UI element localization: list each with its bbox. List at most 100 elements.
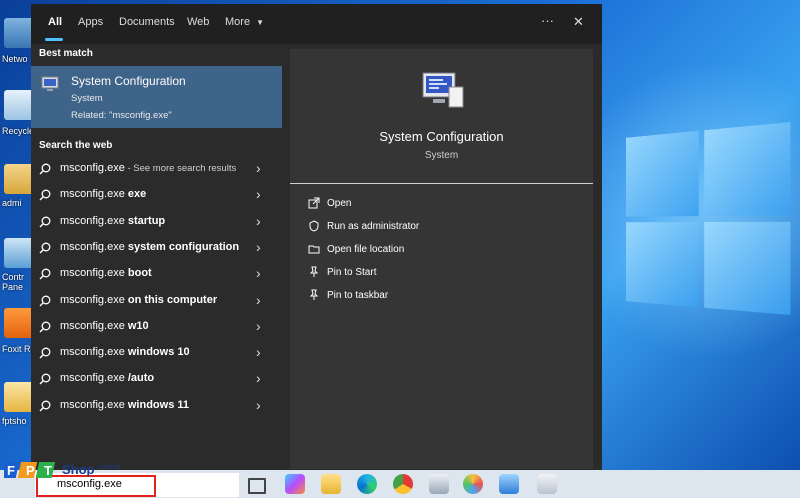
copilot-icon[interactable] bbox=[285, 474, 305, 494]
search-icon bbox=[39, 347, 51, 359]
action-label: Pin to taskbar bbox=[327, 290, 389, 301]
results-list: Best match System Configuration System R… bbox=[31, 44, 282, 470]
close-button[interactable]: ✕ bbox=[573, 14, 584, 30]
tab-documents[interactable]: Documents bbox=[119, 16, 175, 28]
suggestion-bold: windows 10 bbox=[127, 346, 190, 359]
chevron-right-icon: › bbox=[256, 344, 261, 361]
tab-apps[interactable]: Apps bbox=[78, 16, 103, 28]
folder-icon bbox=[308, 245, 320, 254]
preview-subtitle: System bbox=[424, 150, 459, 161]
web-result-text: msconfig.exe /auto bbox=[60, 372, 154, 384]
desktop-icon-label: Netwo bbox=[2, 54, 28, 64]
web-result-text: msconfig.exe w10 bbox=[60, 320, 149, 332]
suggestion-bold: /auto bbox=[127, 372, 155, 385]
web-result-row[interactable]: msconfig.exe windows 11 › bbox=[31, 393, 282, 419]
search-icon bbox=[39, 295, 51, 306]
chevron-right-icon: › bbox=[256, 212, 261, 229]
action-label: Open file location bbox=[327, 244, 405, 255]
fptshop-watermark: F P T Shop .com.vn bbox=[0, 458, 154, 484]
chevron-right-icon: › bbox=[256, 160, 261, 176]
web-result-row[interactable]: msconfig.exe exe › bbox=[31, 182, 282, 208]
search-icon bbox=[39, 242, 51, 254]
search-tabs: All Apps Documents Web More ▼ ··· ✕ bbox=[31, 4, 602, 44]
web-result-row[interactable]: msconfig.exe startup › bbox=[31, 209, 282, 235]
edge-icon[interactable] bbox=[357, 474, 377, 494]
suggestion-bold: windows 11 bbox=[127, 398, 190, 411]
document-icon[interactable] bbox=[4, 382, 34, 412]
web-result-row[interactable]: msconfig.exe w10 › bbox=[31, 314, 282, 340]
foxit-pdf-icon[interactable] bbox=[4, 308, 34, 338]
app-icon[interactable] bbox=[429, 474, 449, 494]
chevron-right-icon: › bbox=[256, 396, 261, 413]
action-label: Pin to Start bbox=[327, 267, 377, 278]
search-icon bbox=[39, 321, 51, 333]
best-match-item[interactable]: System Configuration System Related: "ms… bbox=[31, 66, 282, 128]
query-text: msconfig.exe bbox=[60, 240, 128, 253]
start-search-panel: All Apps Documents Web More ▼ ··· ✕ Best… bbox=[31, 4, 602, 470]
web-result-text: msconfig.exe - See more search results bbox=[60, 162, 236, 174]
run-as-admin-action[interactable]: Run as administrator bbox=[308, 217, 578, 237]
query-text: msconfig.exe bbox=[60, 267, 128, 280]
search-icon bbox=[39, 400, 51, 412]
query-text: msconfig.exe bbox=[60, 346, 128, 359]
pin-to-start-action[interactable]: Pin to Start bbox=[308, 263, 578, 283]
web-result-row[interactable]: msconfig.exe /auto › bbox=[31, 366, 282, 392]
svg-text:T: T bbox=[44, 463, 52, 478]
tab-web[interactable]: Web bbox=[187, 16, 209, 28]
tab-more[interactable]: More ▼ bbox=[225, 16, 264, 28]
web-result-text: msconfig.exe windows 11 bbox=[60, 399, 189, 411]
desktop-icon-label: Recycle bbox=[2, 126, 35, 136]
best-match-related: Related: "msconfig.exe" bbox=[71, 110, 172, 121]
suggestion-bold: system configuration bbox=[127, 240, 240, 253]
chevron-right-icon: › bbox=[256, 291, 261, 308]
open-file-location-action[interactable]: Open file location bbox=[308, 240, 578, 260]
query-text: msconfig.exe bbox=[60, 319, 128, 332]
divider bbox=[290, 183, 593, 184]
svg-text:P: P bbox=[26, 463, 35, 478]
web-result-row[interactable]: msconfig.exe windows 10 › bbox=[31, 340, 282, 366]
fptshop-logo-icon: F P T Shop .com.vn bbox=[0, 462, 121, 478]
query-text: msconfig.exe bbox=[60, 293, 128, 306]
web-result-row[interactable]: msconfig.exe - See more search results › bbox=[31, 156, 282, 182]
windows-logo-wallpaper bbox=[626, 121, 800, 330]
recycle-bin-icon[interactable] bbox=[4, 90, 34, 120]
web-result-text: msconfig.exe windows 10 bbox=[60, 346, 190, 358]
active-tab-indicator bbox=[45, 38, 63, 41]
chrome-icon[interactable] bbox=[393, 474, 413, 494]
suggestion-bold: exe bbox=[127, 188, 147, 201]
suggestion-bold: startup bbox=[127, 214, 166, 227]
preview-title: System Configuration bbox=[379, 129, 504, 144]
search-icon bbox=[39, 189, 51, 201]
desktop-icon-label: fptsho bbox=[2, 416, 27, 426]
task-view-icon[interactable] bbox=[248, 478, 266, 494]
app-icon[interactable] bbox=[537, 474, 557, 494]
web-result-row[interactable]: msconfig.exe system configuration › bbox=[31, 235, 282, 261]
search-icon bbox=[39, 373, 51, 385]
suggestion-sub: - See more search results bbox=[124, 163, 237, 174]
web-result-text: msconfig.exe on this computer bbox=[60, 294, 217, 306]
suggestion-bold: w10 bbox=[127, 319, 149, 332]
chevron-right-icon: › bbox=[256, 186, 261, 203]
open-action[interactable]: Open bbox=[308, 194, 578, 214]
pin-to-taskbar-action[interactable]: Pin to taskbar bbox=[308, 286, 578, 306]
more-options-button[interactable]: ··· bbox=[541, 13, 554, 28]
pin-icon bbox=[309, 289, 319, 300]
network-icon[interactable] bbox=[4, 18, 34, 48]
control-panel-icon[interactable] bbox=[4, 238, 34, 268]
search-icon bbox=[39, 216, 51, 228]
preview-pane: System Configuration System Open Run as … bbox=[290, 49, 593, 469]
chevron-right-icon: › bbox=[256, 370, 261, 387]
web-result-text: msconfig.exe exe bbox=[60, 188, 146, 200]
paint-icon[interactable] bbox=[463, 474, 483, 494]
web-result-row[interactable]: msconfig.exe on this computer › bbox=[31, 288, 282, 314]
chevron-down-icon: ▼ bbox=[256, 18, 265, 27]
open-icon bbox=[308, 197, 320, 209]
query-text: msconfig.exe bbox=[60, 372, 128, 385]
file-explorer-icon[interactable] bbox=[321, 474, 341, 494]
user-folder-icon[interactable] bbox=[4, 164, 34, 194]
tab-all[interactable]: All bbox=[48, 16, 62, 28]
remote-desktop-icon[interactable] bbox=[499, 474, 519, 494]
web-result-row[interactable]: msconfig.exe boot › bbox=[31, 261, 282, 287]
suggestion-bold: on this computer bbox=[127, 293, 218, 306]
search-web-heading: Search the web bbox=[39, 140, 113, 151]
